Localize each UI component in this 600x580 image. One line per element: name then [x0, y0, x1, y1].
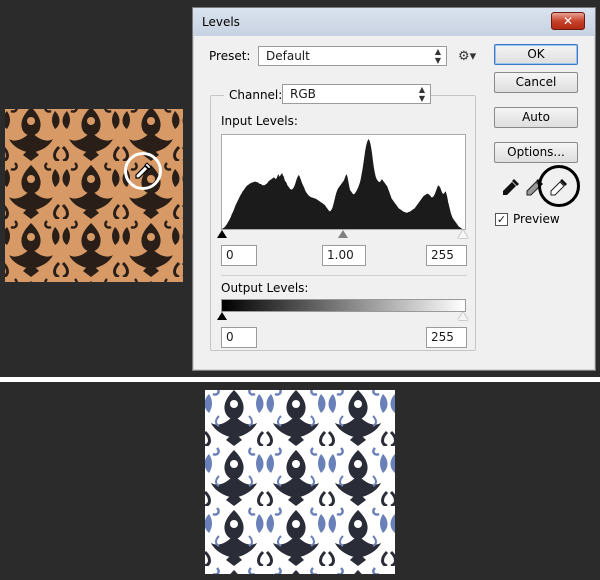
histogram: [221, 134, 466, 230]
preset-value: Default: [266, 49, 310, 63]
select-arrows-icon: ▲ ▼: [418, 85, 425, 103]
output-levels-label: Output Levels:: [221, 281, 309, 295]
input-gamma-slider[interactable]: [338, 230, 348, 238]
gear-icon[interactable]: ⚙▾: [458, 49, 476, 64]
input-white-field[interactable]: 255: [426, 245, 467, 266]
select-arrows-icon: ▲ ▼: [434, 47, 441, 65]
white-damask-pattern: [205, 390, 395, 574]
histogram-plot: [222, 139, 465, 229]
adjusted-pattern-result: [205, 390, 395, 574]
panel-divider: [0, 377, 600, 382]
preview-checkbox[interactable]: ✓: [495, 213, 508, 226]
input-white-slider[interactable]: [458, 230, 468, 238]
channel-select[interactable]: RGB ▲ ▼: [282, 84, 431, 104]
black-point-eyedropper-icon[interactable]: [502, 178, 520, 196]
histogram-area: [222, 139, 465, 229]
levels-dialog: Levels ✕ Preset: Default ▲ ▼ ⚙▾ Channel: …: [192, 7, 596, 371]
output-white-field[interactable]: 255: [426, 327, 467, 348]
sampled-point-indicator: [124, 152, 162, 190]
tan-damask-pattern: [5, 109, 183, 282]
channel-label: Channel:: [229, 88, 283, 102]
cancel-button[interactable]: Cancel: [494, 72, 578, 93]
preset-label: Preset:: [209, 49, 251, 63]
levels-separator: [221, 275, 467, 276]
output-gradient-bar: [221, 299, 466, 312]
output-black-slider[interactable]: [217, 312, 227, 320]
dialog-title: Levels: [202, 15, 240, 29]
output-white-slider[interactable]: [458, 312, 468, 320]
output-black-field[interactable]: 0: [221, 327, 257, 348]
eyedropper-icon: [135, 162, 152, 179]
input-black-slider[interactable]: [217, 230, 227, 238]
close-button[interactable]: ✕: [551, 12, 585, 30]
preview-label: Preview: [513, 212, 560, 226]
options-button[interactable]: Options...: [494, 142, 578, 163]
original-pattern-swatch: [5, 109, 183, 282]
input-levels-label: Input Levels:: [221, 114, 298, 128]
channel-value: RGB: [290, 87, 316, 101]
ok-button[interactable]: OK: [494, 44, 578, 65]
input-black-field[interactable]: 0: [221, 245, 257, 266]
preset-select[interactable]: Default ▲ ▼: [258, 46, 447, 66]
active-eyedropper-highlight: [538, 165, 580, 207]
dialog-titlebar[interactable]: Levels ✕: [193, 8, 595, 36]
auto-button[interactable]: Auto: [494, 107, 578, 128]
input-gamma-field[interactable]: 1.00: [322, 245, 366, 266]
